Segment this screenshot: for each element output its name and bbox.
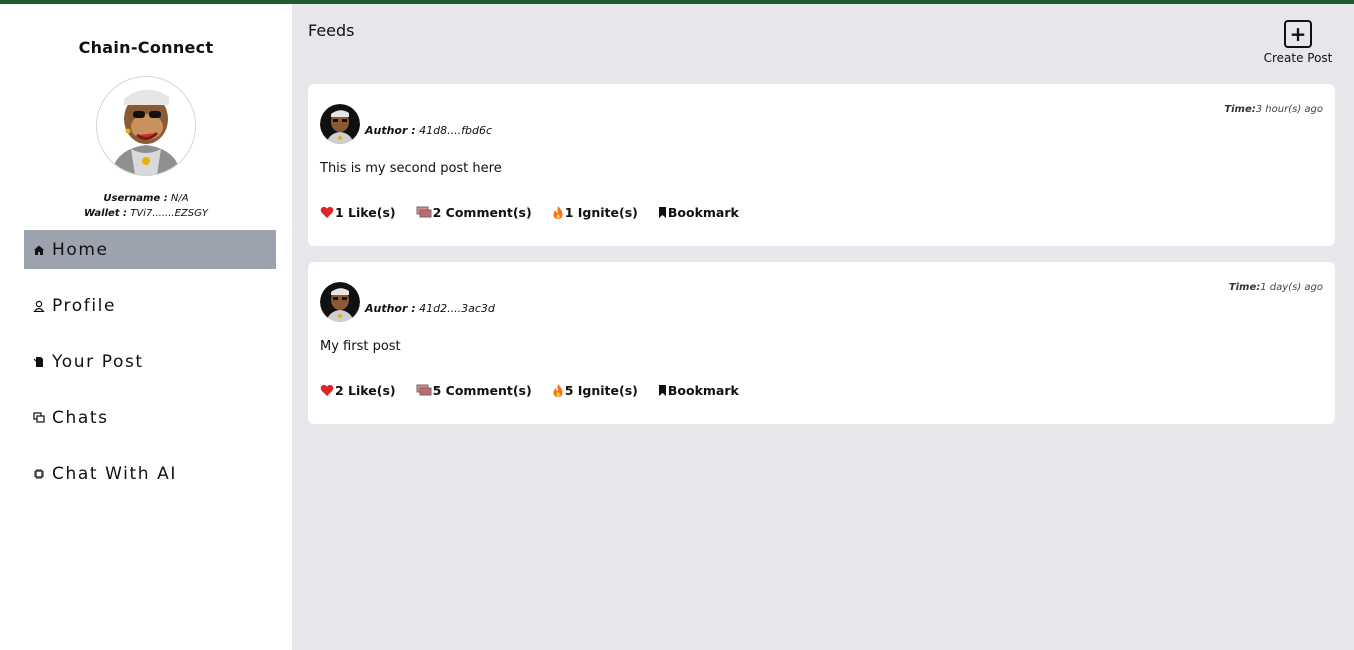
- username-label: Username :: [103, 193, 168, 204]
- bookmark-button[interactable]: Bookmark: [658, 383, 739, 398]
- post-author: Author : 41d8....fbd6c: [365, 124, 492, 137]
- plus-icon: +: [1284, 20, 1312, 48]
- like-button[interactable]: 1 Like(s): [320, 205, 396, 220]
- time-value: 3 hour(s) ago: [1255, 104, 1323, 115]
- post-content: This is my second post here: [320, 161, 502, 176]
- author-label: Author :: [365, 124, 416, 137]
- create-post-label: Create Post: [1263, 51, 1333, 65]
- author-label: Author :: [365, 302, 416, 315]
- time-value: 1 day(s) ago: [1260, 282, 1323, 293]
- chat-icon: [32, 411, 45, 424]
- author-avatar[interactable]: [320, 282, 360, 322]
- comment-button[interactable]: 5 Comment(s): [416, 383, 532, 398]
- ai-chip-icon: [32, 467, 45, 480]
- sidebar-item-chat-with-ai[interactable]: Chat With AI: [24, 454, 276, 493]
- comment-icon: [416, 206, 432, 219]
- ignite-button[interactable]: 1 Ignite(s): [552, 205, 638, 220]
- post-icon: [32, 355, 45, 368]
- sidebar-item-label: Chats: [52, 407, 109, 428]
- flame-icon: [552, 205, 564, 220]
- sidebar-item-your-post[interactable]: Your Post: [24, 342, 276, 381]
- ignite-count: 5 Ignite(s): [564, 383, 638, 398]
- author-avatar[interactable]: [320, 104, 360, 144]
- main-content: Feeds + Create Post Author : 41d8....fbd…: [292, 4, 1354, 650]
- comment-count: 5 Comment(s): [432, 383, 532, 398]
- like-count: 1 Like(s): [335, 205, 396, 220]
- bookmark-icon: [658, 207, 667, 218]
- flame-icon: [552, 383, 564, 398]
- sidebar-item-label: Your Post: [52, 351, 144, 372]
- like-button[interactable]: 2 Like(s): [320, 383, 396, 398]
- app-title: Chain-Connect: [78, 38, 214, 57]
- sidebar-item-label: Profile: [52, 295, 117, 316]
- author-value: 41d8....fbd6c: [419, 124, 493, 137]
- username-line: Username : N/A: [0, 193, 292, 204]
- ape-avatar-icon: [97, 77, 195, 175]
- bookmark-icon: [658, 385, 667, 396]
- bookmark-button[interactable]: Bookmark: [658, 205, 739, 220]
- sidebar-item-label: Home: [52, 239, 109, 260]
- like-count: 2 Like(s): [335, 383, 396, 398]
- user-icon: [32, 299, 45, 312]
- sidebar-item-profile[interactable]: Profile: [24, 286, 276, 325]
- comment-button[interactable]: 2 Comment(s): [416, 205, 532, 220]
- sidebar-item-label: Chat With AI: [52, 463, 177, 484]
- comment-icon: [416, 384, 432, 397]
- create-post-button[interactable]: + Create Post: [1260, 20, 1336, 65]
- comment-count: 2 Comment(s): [432, 205, 532, 220]
- author-value: 41d2....3ac3d: [419, 302, 495, 315]
- post-actions: 1 Like(s) 2 Comment(s) 1 Ignite(s) Bookm…: [320, 205, 759, 220]
- heart-icon: [320, 384, 334, 397]
- time-label: Time:: [1224, 104, 1256, 115]
- heart-icon: [320, 206, 334, 219]
- sidebar-item-chats[interactable]: Chats: [24, 398, 276, 437]
- post-time: Time:3 hour(s) ago: [1224, 104, 1323, 115]
- sidebar-nav: Home Profile Your Post Chats Chat With A…: [24, 230, 276, 510]
- post-actions: 2 Like(s) 5 Comment(s) 5 Ignite(s) Bookm…: [320, 383, 759, 398]
- time-label: Time:: [1228, 282, 1261, 293]
- post-card: Author : 41d2....3ac3d Time:1 day(s) ago…: [308, 262, 1335, 424]
- sidebar-item-home[interactable]: Home: [24, 230, 276, 269]
- post-card: Author : 41d8....fbd6c Time:3 hour(s) ag…: [308, 84, 1335, 246]
- username-value: N/A: [170, 193, 189, 204]
- ignite-button[interactable]: 5 Ignite(s): [552, 383, 638, 398]
- profile-avatar[interactable]: [96, 76, 196, 176]
- home-icon: [32, 243, 45, 256]
- bookmark-label: Bookmark: [667, 205, 739, 220]
- wallet-label: Wallet :: [84, 208, 128, 219]
- post-time: Time:1 day(s) ago: [1229, 282, 1323, 293]
- ignite-count: 1 Ignite(s): [564, 205, 638, 220]
- wallet-line: Wallet : TVi7.......EZSGY: [0, 208, 292, 219]
- wallet-value: TVi7.......EZSGY: [130, 208, 208, 219]
- sidebar: Chain-Connect Username : N/A Wallet : TV…: [0, 4, 292, 650]
- post-content: My first post: [320, 339, 401, 354]
- post-author: Author : 41d2....3ac3d: [365, 302, 495, 315]
- page-title: Feeds: [308, 21, 355, 40]
- ape-avatar-icon: [320, 282, 360, 322]
- bookmark-label: Bookmark: [667, 383, 739, 398]
- ape-avatar-icon: [320, 104, 360, 144]
